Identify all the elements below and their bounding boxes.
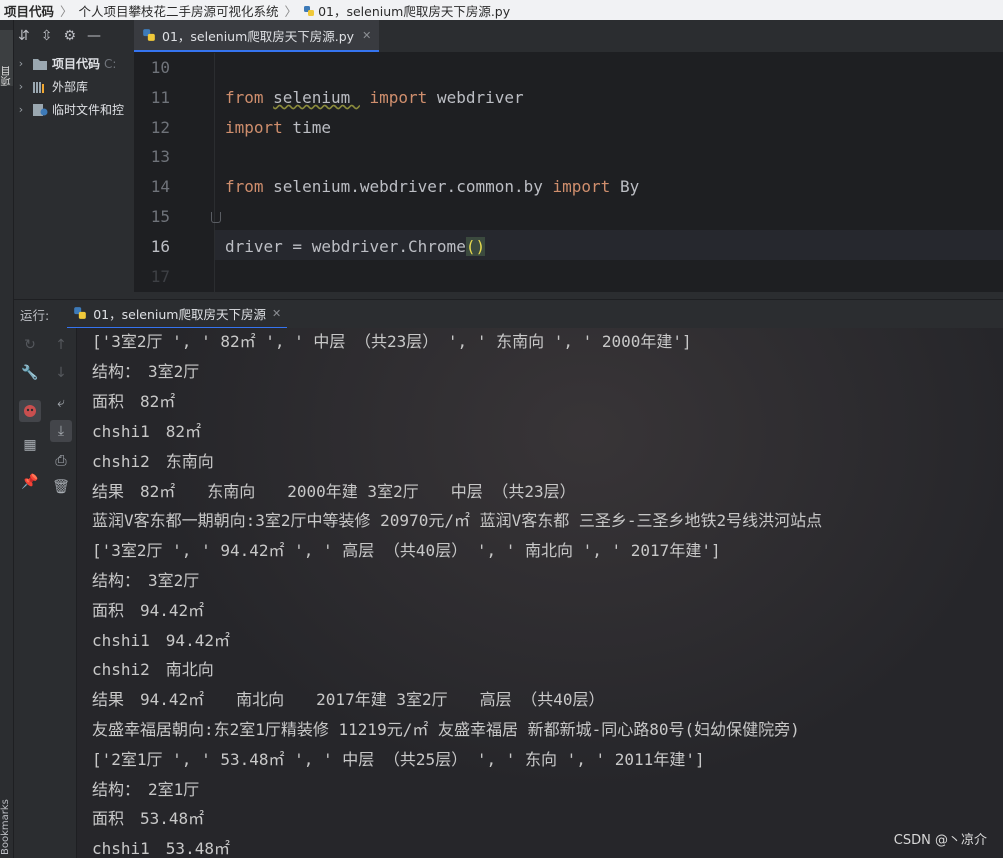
- console-output[interactable]: ['3室2厅 ', ' 82㎡ ', ' 中层 （共23层） ', ' 东南向 …: [77, 328, 1003, 858]
- tree-item-external-libraries[interactable]: › 外部库: [14, 75, 134, 98]
- stop-icon[interactable]: [19, 400, 41, 422]
- run-tool-window-header: 运行: 01，selenium爬取房天下房源 ✕: [14, 299, 1003, 329]
- collapse-all-icon[interactable]: ⇳: [41, 28, 53, 44]
- tree-item-label: 项目代码: [52, 57, 101, 71]
- tree-item-scratches[interactable]: › 临时文件和控: [14, 98, 134, 121]
- editor-tab-label: 01，selenium爬取房天下房源.py: [162, 28, 355, 44]
- scratch-icon: [33, 103, 48, 116]
- editor-tab-active-file[interactable]: 01，selenium爬取房天下房源.py ✕: [134, 20, 380, 52]
- console-line: 面积 53.48㎡: [92, 809, 205, 828]
- folder-icon: [33, 58, 47, 70]
- line-number: 15: [150, 207, 170, 226]
- console-line: ['3室2厅 ', ' 82㎡ ', ' 中层 （共23层） ', ' 东南向 …: [92, 332, 692, 351]
- scroll-to-end-icon[interactable]: ⤓: [50, 420, 72, 442]
- project-tool-tab[interactable]: 项目: [0, 30, 13, 86]
- run-label: 运行:: [20, 307, 50, 323]
- console-line: chshi2 东南向: [92, 452, 214, 471]
- watermark: CSDN @丶凉介: [893, 833, 987, 848]
- console-line: chshi1 94.42㎡: [92, 631, 230, 650]
- breadcrumb-separator: 〉: [284, 3, 298, 19]
- console-line: 面积 94.42㎡: [92, 601, 205, 620]
- line-number-current: 16: [150, 237, 170, 256]
- expand-all-icon[interactable]: ⇵: [18, 28, 30, 44]
- console-line: 结构： 2室1厅: [92, 780, 200, 799]
- console-line: chshi1 53.48㎡: [92, 839, 230, 858]
- run-toolbar-right: ↑ ↓ ⤶ ⤓ ⎙ 🗑: [46, 328, 77, 858]
- fold-marker-icon[interactable]: [211, 212, 221, 223]
- breadcrumb-file[interactable]: 01，selenium爬取房天下房源.py: [299, 1, 514, 20]
- console-line: ['2室1厅 ', ' 53.48㎡ ', ' 中层 （共25层） ', ' 东…: [92, 750, 705, 769]
- wrench-icon[interactable]: 🔧: [21, 364, 39, 382]
- line-number: 13: [150, 147, 170, 166]
- hide-icon[interactable]: —: [87, 28, 101, 44]
- console-line: chshi1 82㎡: [92, 422, 202, 441]
- line-number: 11: [150, 88, 170, 107]
- pin-icon[interactable]: 📌: [21, 473, 39, 491]
- python-file-icon: [304, 5, 315, 16]
- chevron-right-icon[interactable]: ›: [14, 103, 28, 116]
- project-toolbar: ⇵ ⇳ ⚙ —: [14, 20, 134, 52]
- tree-item-path-hint: C:: [104, 56, 117, 71]
- code-line-14[interactable]: from selenium.webdriver.common.by import…: [225, 177, 639, 196]
- tree-item-project[interactable]: › 项目代码 C:: [14, 52, 134, 75]
- left-tool-strip: 项目 Bookmarks: [0, 20, 14, 858]
- breadcrumb-folder[interactable]: 个人项目攀枝花二手房源可视化系统: [75, 1, 283, 20]
- tree-item-label: 外部库: [52, 80, 89, 94]
- breadcrumb-project[interactable]: 项目代码: [0, 1, 58, 20]
- line-number: 12: [150, 118, 170, 137]
- tree-item-label: 临时文件和控: [52, 103, 125, 117]
- console-line: 结构： 3室2厅: [92, 362, 200, 381]
- print-icon[interactable]: ⎙: [52, 452, 70, 470]
- code-editor: 01，selenium爬取房天下房源.py ✕ 10 11 12 13 14 1…: [134, 20, 1003, 292]
- chevron-right-icon[interactable]: ›: [14, 57, 28, 70]
- project-panel: ⇵ ⇳ ⚙ — › 项目代码 C: › 外部库 › 临时文件和控: [14, 20, 134, 292]
- line-number-gutter: 10 11 12 13 14 15 16 17: [134, 53, 221, 292]
- code-line-16[interactable]: driver = webdriver.Chrome(): [225, 237, 486, 256]
- chevron-right-icon[interactable]: ›: [14, 80, 28, 93]
- console-line: 结果 82㎡ 东南向 2000年建 3室2厅 中层 （共23层）: [92, 482, 576, 501]
- breadcrumb-separator: 〉: [60, 3, 73, 19]
- python-run-icon: [74, 307, 87, 319]
- trash-icon[interactable]: 🗑: [52, 478, 70, 496]
- bookmarks-tool-tab[interactable]: Bookmarks: [0, 780, 13, 855]
- console-line: 结构： 3室2厅: [92, 571, 200, 590]
- editor-tab-bar: 01，selenium爬取房天下房源.py ✕: [134, 20, 1003, 53]
- line-number: 14: [150, 177, 170, 196]
- console-line: 结果 94.42㎡ 南北向 2017年建 3室2厅 高层 （共40层）: [92, 690, 605, 709]
- library-icon: [33, 81, 44, 93]
- arrow-down-icon[interactable]: ↓: [52, 364, 70, 382]
- console-line: 蓝润V客东都一期朝向:3室2厅中等装修 20970元/㎡ 蓝润V客东都 三圣乡-…: [92, 511, 823, 530]
- run-tab-label: 01，selenium爬取房天下房源: [93, 306, 266, 322]
- line-number: 10: [150, 58, 170, 77]
- run-toolbar-left: ↻ 🔧 ▦ 📌: [14, 328, 46, 858]
- arrow-up-icon[interactable]: ↑: [52, 336, 70, 354]
- python-file-icon: [143, 29, 155, 41]
- code-line-11[interactable]: from selenium import webdriver: [225, 88, 524, 107]
- code-line-12[interactable]: import time: [225, 118, 331, 137]
- close-icon[interactable]: ✕: [272, 307, 281, 320]
- console-line: ['3室2厅 ', ' 94.42㎡ ', ' 高层 （共40层） ', ' 南…: [92, 541, 721, 560]
- run-tab[interactable]: 01，selenium爬取房天下房源 ✕: [67, 299, 288, 329]
- layout-icon[interactable]: ▦: [21, 436, 39, 454]
- close-icon[interactable]: ✕: [362, 29, 371, 42]
- console-line: 友盛幸福居朝向:东2室1厅精装修 11219元/㎡ 友盛幸福居 新都新城-同心路…: [92, 720, 800, 739]
- console-line: 面积 82㎡: [92, 392, 176, 411]
- console-line: chshi2 南北向: [92, 660, 214, 679]
- line-number: 17: [150, 267, 170, 286]
- breadcrumb-file-label: 01，selenium爬取房天下房源.py: [318, 3, 511, 19]
- breadcrumb: 项目代码 〉 个人项目攀枝花二手房源可视化系统 〉 01，selenium爬取房…: [0, 0, 1003, 20]
- rerun-icon[interactable]: ↻: [21, 336, 39, 354]
- gear-icon[interactable]: ⚙: [63, 28, 76, 44]
- soft-wrap-icon[interactable]: ⤶: [52, 394, 70, 412]
